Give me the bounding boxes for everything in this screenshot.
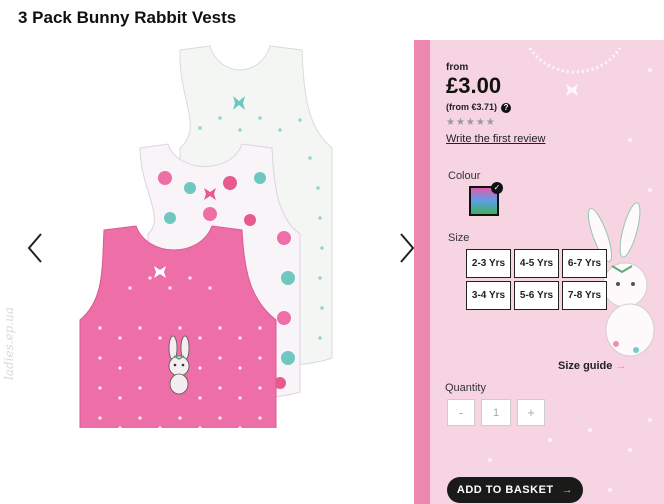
- price-alt-text: (from €3.71): [446, 102, 498, 112]
- size-guide-link[interactable]: Size guide →: [558, 360, 626, 372]
- price-alt-currency: (from €3.71)?: [446, 102, 512, 113]
- help-circle-icon[interactable]: ?: [501, 102, 512, 113]
- size-label: Size: [448, 232, 470, 244]
- checkmark-icon: ✓: [491, 182, 503, 194]
- size-option-5-6[interactable]: 5-6 Yrs: [514, 281, 559, 310]
- product-options-panel: from £3.00 (from €3.71)? ★★★★★ Write the…: [414, 40, 664, 504]
- arrow-right-icon: →: [615, 360, 627, 372]
- quantity-increase-button[interactable]: +: [517, 399, 545, 426]
- previous-image-button[interactable]: [24, 228, 48, 268]
- price: £3.00: [446, 73, 502, 98]
- product-gallery: [20, 38, 420, 504]
- price-from-label: from: [446, 62, 469, 73]
- quantity-decrease-button[interactable]: -: [447, 399, 475, 426]
- add-to-basket-label: ADD TO BASKET: [456, 484, 554, 496]
- write-review-link[interactable]: Write the first review: [446, 133, 545, 145]
- rating-stars: ★★★★★: [446, 117, 496, 128]
- product-title: 3 Pack Bunny Rabbit Vests: [18, 8, 237, 27]
- colour-swatch[interactable]: ✓: [469, 182, 503, 216]
- panel-stripe: [414, 40, 430, 504]
- quantity-stepper: - +: [447, 399, 545, 426]
- colour-label: Colour: [448, 170, 481, 182]
- quantity-label: Quantity: [445, 382, 486, 394]
- product-image: [79, 45, 333, 428]
- chevron-left-icon: [27, 233, 42, 263]
- arrow-right-icon: →: [561, 484, 574, 496]
- size-option-7-8[interactable]: 7-8 Yrs: [562, 281, 607, 310]
- add-to-basket-button[interactable]: ADD TO BASKET →: [447, 477, 583, 503]
- size-guide-text: Size guide: [558, 360, 613, 372]
- quantity-input[interactable]: [481, 399, 511, 426]
- watermark: ladies.ep.ua: [2, 306, 16, 380]
- size-option-3-4[interactable]: 3-4 Yrs: [466, 281, 511, 310]
- size-option-4-5[interactable]: 4-5 Yrs: [514, 249, 559, 278]
- size-option-2-3[interactable]: 2-3 Yrs: [466, 249, 511, 278]
- size-options: 2-3 Yrs 4-5 Yrs 6-7 Yrs 3-4 Yrs 5-6 Yrs …: [466, 249, 607, 310]
- size-option-6-7[interactable]: 6-7 Yrs: [562, 249, 607, 278]
